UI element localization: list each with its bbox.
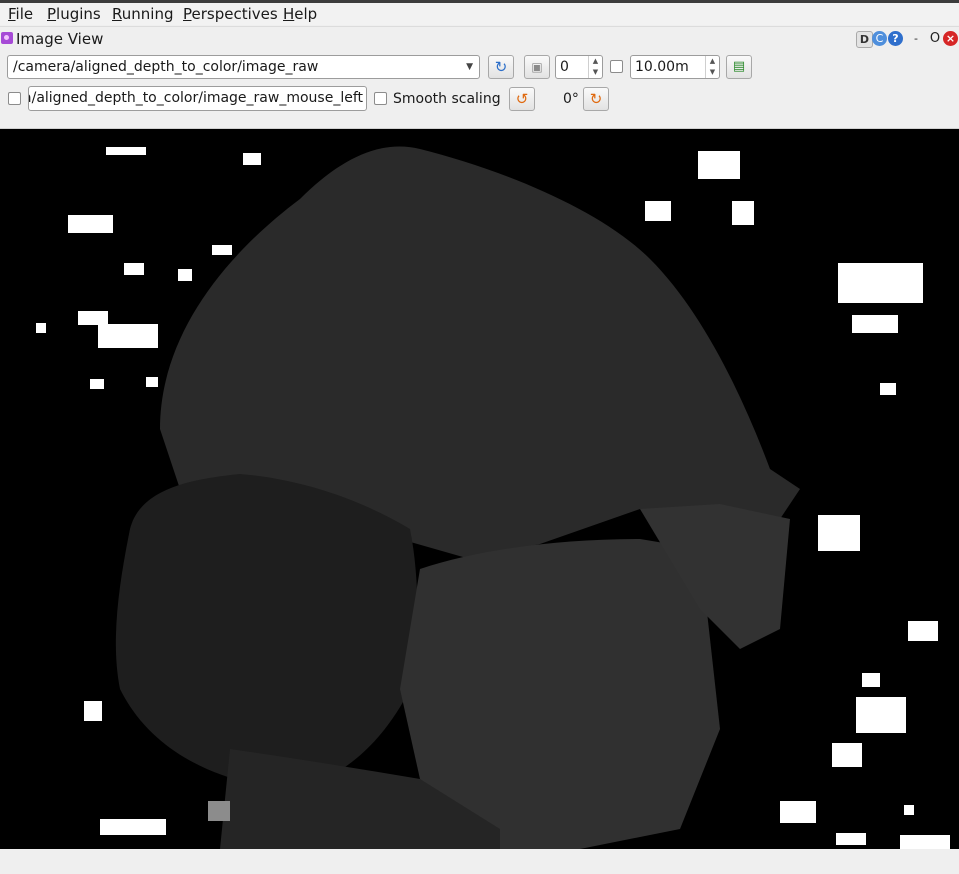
refresh-icon: ↻ <box>494 58 508 76</box>
rotation-value: 0° <box>563 91 579 107</box>
statusbar <box>0 849 959 874</box>
reload-plugin-icon[interactable]: C <box>872 31 887 46</box>
rotate-left-icon: ↺ <box>515 90 529 108</box>
menu-help[interactable]: Help <box>283 5 317 23</box>
save-icon: ▣ <box>531 60 543 74</box>
help-icon[interactable]: ? <box>888 31 903 46</box>
menu-file[interactable]: File <box>8 5 33 23</box>
smooth-scaling-checkbox[interactable] <box>374 92 387 105</box>
mouse-topic-input[interactable]: /camera/aligned_depth_to_color/image_raw… <box>28 86 367 111</box>
spin-arrows-icon[interactable]: ▲ ▼ <box>588 56 602 78</box>
menubar: File Plugins Running Perspectives Help <box>0 3 959 25</box>
image-view-app-icon <box>1 32 13 44</box>
float-button[interactable]: O <box>928 31 942 46</box>
minimize-button[interactable]: - <box>910 31 922 46</box>
image-view-toolbar: /camera/aligned_depth_to_color/image_raw… <box>0 52 959 129</box>
min-depth-spinbox[interactable]: 0 ▲ ▼ <box>555 55 603 79</box>
dock-button[interactable]: D <box>856 31 873 48</box>
menu-running[interactable]: Running <box>112 5 173 23</box>
max-depth-checkbox[interactable] <box>610 60 623 73</box>
depth-image <box>0 129 959 849</box>
max-depth-value: 10.00m <box>635 59 689 75</box>
smooth-scaling-label: Smooth scaling <box>393 91 501 107</box>
rotate-left-button[interactable]: ↺ <box>509 87 535 111</box>
topic-selector[interactable]: /camera/aligned_depth_to_color/image_raw… <box>7 55 480 79</box>
spin-arrows-icon[interactable]: ▲ ▼ <box>705 56 719 78</box>
plugin-titlebar: Image View D C ? - O × <box>0 26 959 53</box>
min-depth-value: 0 <box>560 59 569 75</box>
depth-gray-speck <box>208 801 230 821</box>
refresh-topics-button[interactable]: ↻ <box>488 55 514 79</box>
image-viewport[interactable] <box>0 129 959 849</box>
rotate-right-button[interactable]: ↻ <box>583 87 609 111</box>
chevron-down-icon: ▼ <box>466 62 473 72</box>
colormap-button[interactable]: ▤ <box>726 55 752 79</box>
menu-perspectives[interactable]: Perspectives <box>183 5 278 23</box>
save-image-button[interactable]: ▣ <box>524 55 550 79</box>
image-export-icon: ▤ <box>732 59 746 74</box>
max-depth-spinbox[interactable]: 10.00m ▲ ▼ <box>630 55 720 79</box>
menu-plugins[interactable]: Plugins <box>47 5 101 23</box>
rotate-right-icon: ↻ <box>589 90 603 108</box>
publish-mouse-checkbox[interactable] <box>8 92 21 105</box>
plugin-title: Image View <box>16 30 104 48</box>
close-icon[interactable]: × <box>943 31 958 46</box>
topic-selector-value: /camera/aligned_depth_to_color/image_raw <box>13 59 319 75</box>
